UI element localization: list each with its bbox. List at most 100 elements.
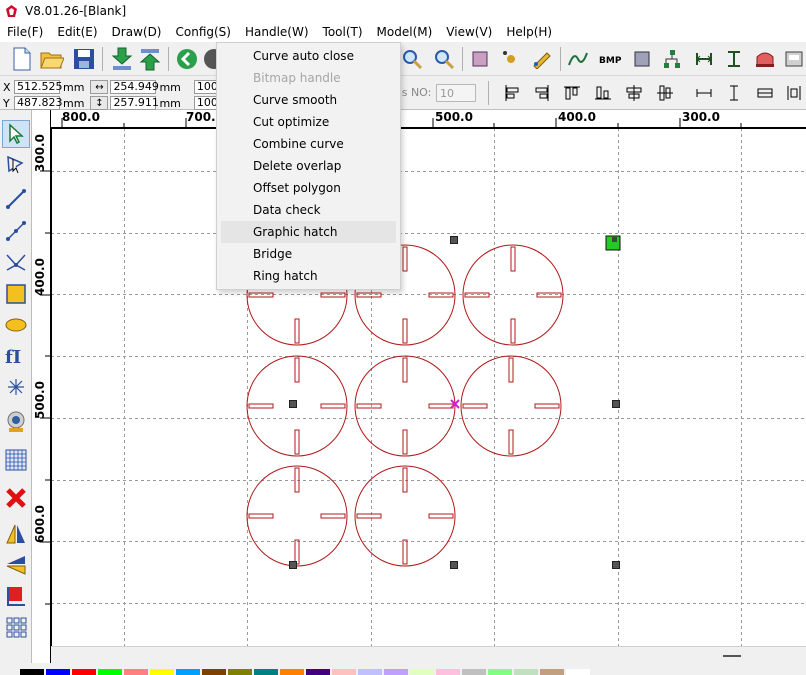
- menu-config[interactable]: Config(S): [169, 22, 238, 42]
- select-frame-button[interactable]: [466, 45, 494, 73]
- color-swatch[interactable]: [514, 669, 538, 675]
- center-v-button[interactable]: [651, 79, 679, 107]
- node-button[interactable]: [497, 45, 525, 73]
- flag-tool-button[interactable]: [2, 582, 30, 610]
- color-swatch[interactable]: [46, 669, 70, 675]
- center-h-button[interactable]: [620, 79, 648, 107]
- color-swatch[interactable]: [254, 669, 278, 675]
- mirror-vertical-button[interactable]: [2, 551, 30, 579]
- menu-item-data-check[interactable]: Data check: [221, 199, 396, 221]
- crosshair-circle[interactable]: [354, 355, 456, 457]
- menu-item-combine-curve[interactable]: Combine curve: [221, 133, 396, 155]
- zoom-in-button[interactable]: [398, 45, 426, 73]
- polyline-tool-button[interactable]: [2, 217, 30, 245]
- rectangle-tool-button[interactable]: [2, 280, 30, 308]
- laser-head-button[interactable]: [751, 45, 779, 73]
- menu-model[interactable]: Model(M): [370, 22, 440, 42]
- y-input[interactable]: 487.823: [14, 96, 63, 110]
- v-dimension-button[interactable]: [720, 45, 748, 73]
- distribute-button[interactable]: [780, 79, 806, 107]
- menu-item-ring-hatch[interactable]: Ring hatch: [221, 265, 396, 287]
- undo-button[interactable]: [173, 45, 201, 73]
- selection-handle[interactable]: [289, 400, 297, 408]
- color-swatch[interactable]: [228, 669, 252, 675]
- menu-item-bridge[interactable]: Bridge: [221, 243, 396, 265]
- menu-item-curve-auto-close[interactable]: Curve auto close: [221, 45, 396, 67]
- curve-tool-button[interactable]: [2, 248, 30, 276]
- color-swatch[interactable]: [332, 669, 356, 675]
- color-swatch[interactable]: [358, 669, 382, 675]
- device-button[interactable]: [780, 45, 806, 73]
- pen-button[interactable]: [528, 45, 556, 73]
- selection-handle[interactable]: [450, 236, 458, 244]
- color-swatch[interactable]: [462, 669, 486, 675]
- color-swatch[interactable]: [280, 669, 304, 675]
- color-swatch[interactable]: [124, 669, 148, 675]
- color-swatch[interactable]: [436, 669, 460, 675]
- camera-tool-button[interactable]: [2, 408, 30, 436]
- h-dimension-button[interactable]: [690, 45, 718, 73]
- selection-handle[interactable]: [612, 400, 620, 408]
- import-button[interactable]: [108, 45, 136, 73]
- bitmap-button[interactable]: BMP: [596, 45, 624, 73]
- menu-item-cut-optimize[interactable]: Cut optimize: [221, 111, 396, 133]
- canvas-drawing[interactable]: [51, 128, 806, 646]
- color-swatch[interactable]: [566, 669, 590, 675]
- color-swatch[interactable]: [72, 669, 96, 675]
- line-tool-button[interactable]: [2, 185, 30, 213]
- align-bottom-button[interactable]: [589, 79, 617, 107]
- new-file-button[interactable]: [8, 45, 36, 73]
- color-swatch[interactable]: [410, 669, 434, 675]
- menu-item-delete-overlap[interactable]: Delete overlap: [221, 155, 396, 177]
- same-height-button[interactable]: [720, 79, 748, 107]
- color-swatch[interactable]: [488, 669, 512, 675]
- selection-handle[interactable]: [612, 561, 620, 569]
- color-swatch[interactable]: [150, 669, 174, 675]
- selection-handle[interactable]: [289, 561, 297, 569]
- delete-tool-button[interactable]: [2, 484, 30, 512]
- crosshair-circle[interactable]: [460, 355, 562, 457]
- color-swatch[interactable]: [384, 669, 408, 675]
- height-input[interactable]: 257.911: [110, 96, 159, 110]
- fill-button[interactable]: [628, 45, 656, 73]
- grid-tool-button[interactable]: [2, 446, 30, 474]
- menu-file[interactable]: File(F): [0, 22, 50, 42]
- color-swatch[interactable]: [306, 669, 330, 675]
- align-right-button[interactable]: [528, 79, 556, 107]
- color-swatch[interactable]: [98, 669, 122, 675]
- zoom-out-button[interactable]: [430, 45, 458, 73]
- tree-button[interactable]: [658, 45, 686, 73]
- align-top-button[interactable]: [558, 79, 586, 107]
- mirror-horizontal-button[interactable]: [2, 520, 30, 548]
- open-file-button[interactable]: [38, 45, 66, 73]
- menu-edit[interactable]: Edit(E): [50, 22, 104, 42]
- menu-handle[interactable]: Handle(W): [237, 22, 316, 42]
- export-button[interactable]: [136, 45, 164, 73]
- pass-number-input[interactable]: 10: [436, 84, 476, 102]
- color-swatch[interactable]: [202, 669, 226, 675]
- menu-item-offset-polygon[interactable]: Offset polygon: [221, 177, 396, 199]
- color-swatch[interactable]: [176, 669, 200, 675]
- smooth-curve-button[interactable]: [564, 45, 592, 73]
- color-swatch[interactable]: [540, 669, 564, 675]
- width-input[interactable]: 254.949: [110, 80, 159, 94]
- same-width-button[interactable]: [690, 79, 718, 107]
- menu-tool[interactable]: Tool(T): [316, 22, 370, 42]
- menu-view[interactable]: View(V): [439, 22, 499, 42]
- same-size-button[interactable]: [751, 79, 779, 107]
- menu-help[interactable]: Help(H): [499, 22, 559, 42]
- x-input[interactable]: 512.525: [14, 80, 63, 94]
- save-button[interactable]: [70, 45, 98, 73]
- menu-draw[interactable]: Draw(D): [105, 22, 169, 42]
- text-tool-button[interactable]: fI: [2, 342, 30, 370]
- scrollbar-thumb[interactable]: [723, 655, 741, 657]
- ellipse-tool-button[interactable]: [2, 311, 30, 339]
- selection-handle[interactable]: [450, 561, 458, 569]
- horizontal-scrollbar[interactable]: [51, 646, 806, 663]
- color-swatch[interactable]: [20, 669, 44, 675]
- drawing-canvas[interactable]: [51, 128, 806, 646]
- menu-item-curve-smooth[interactable]: Curve smooth: [221, 89, 396, 111]
- point-tool-button[interactable]: [2, 373, 30, 401]
- select-tool-button[interactable]: [2, 120, 30, 148]
- align-left-button[interactable]: [498, 79, 526, 107]
